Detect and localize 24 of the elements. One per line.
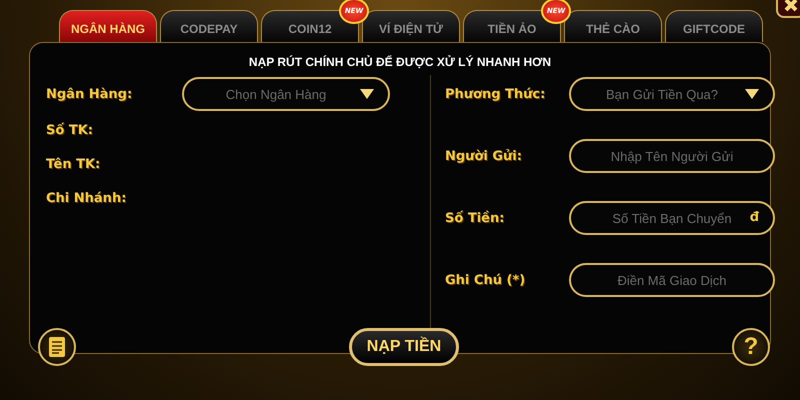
field-label: Ghi Chú (*) [445,272,526,288]
caret-icon [360,89,374,99]
input-field[interactable]: Điền Mã Giao Dịch [569,263,775,297]
tab[interactable]: NGÂN HÀNG [59,10,157,42]
deposit-button[interactable]: NẠP TIỀN [349,328,459,366]
method-dropdown[interactable]: Bạn Gửi Tiền Qua? [569,77,775,111]
currency-symbol: đ [750,210,759,225]
field-label: Phương Thức: [445,86,546,102]
bank-dropdown[interactable]: Chọn Ngân Hàng [182,77,390,111]
tab[interactable]: CODEPAY [160,10,258,42]
notice-text: NẠP RÚT CHÍNH CHỦ ĐỂ ĐƯỢC XỬ LÝ NHANH HƠN [248,55,552,69]
field-label: Ngân Hàng: [46,86,134,102]
tab[interactable]: GIFTCODE [665,10,763,42]
info-label: Tên TK: [46,156,102,174]
field-label: Số Tiền: [445,210,506,226]
field-label: Người Gửi: [445,148,523,164]
tab[interactable]: THẺ CÀO [564,10,662,42]
input-field[interactable]: Nhập Tên Người Gửi [569,139,775,173]
close-icon [784,0,798,12]
document-icon [49,337,65,357]
info-label: Số TK: [46,122,94,140]
caret-icon [745,89,759,99]
tab[interactable]: VÍ ĐIỆN TỬ [362,10,460,42]
info-label: Chi Nhánh: [46,190,128,208]
